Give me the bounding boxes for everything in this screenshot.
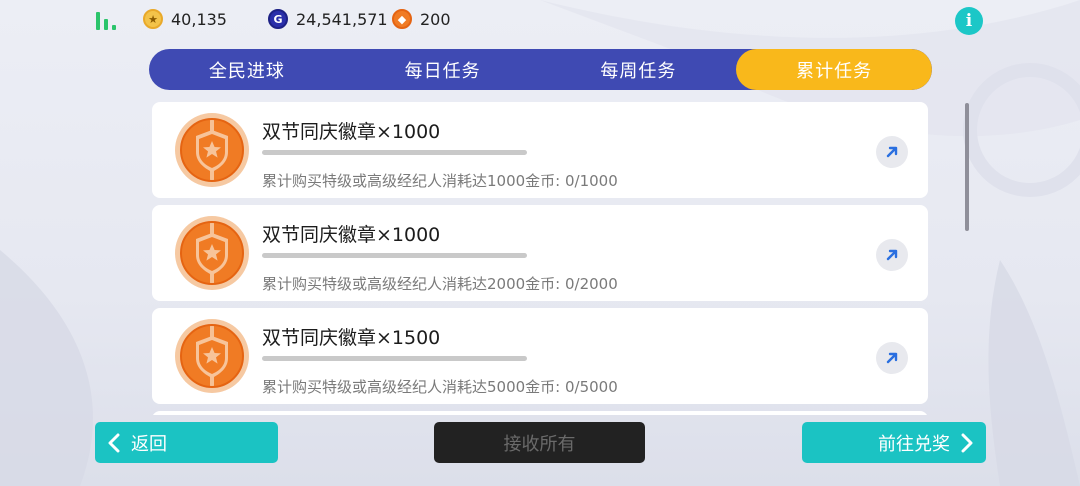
badge-icon (175, 216, 249, 290)
chevron-left-icon (108, 433, 120, 452)
arrow-up-right-icon (886, 249, 898, 261)
task-card: 双节同庆徽章×1000 累计购买特级或高级经纪人消耗达1000金币: 0/100… (152, 102, 928, 198)
medal-balance: ◆ 200 (392, 8, 451, 30)
medal-icon: ◆ (392, 9, 412, 29)
gp-amount: 24,541,571 (296, 9, 388, 29)
claim-all-label: 接收所有 (503, 433, 576, 455)
task-title: 双节同庆徽章×1500 (262, 327, 441, 349)
task-card-partial (152, 411, 928, 415)
task-card: 双节同庆徽章×1500 累计购买特级或高级经纪人消耗达5000金币: 0/500… (152, 308, 928, 404)
back-button-label: 返回 (131, 433, 167, 455)
medal-amount: 200 (420, 9, 451, 29)
tab-cumulative[interactable]: 累计任务 (736, 49, 932, 90)
task-progress-bar (262, 150, 527, 155)
gp-balance: G 24,541,571 (268, 8, 388, 30)
arrow-up-right-icon (886, 352, 898, 364)
badge-icon (175, 113, 249, 187)
task-description: 累计购买特级或高级经纪人消耗达5000金币: 0/5000 (262, 378, 618, 396)
task-list-scrollbar[interactable] (965, 103, 969, 231)
go-to-task-button[interactable] (876, 239, 908, 271)
tab-daily[interactable]: 每日任务 (345, 49, 541, 90)
top-bar: ★ 40,135 G 24,541,571 ◆ 200 i (0, 0, 1080, 40)
redeem-button-label: 前往兑奖 (878, 433, 950, 455)
arrow-up-right-icon (886, 146, 898, 158)
task-description: 累计购买特级或高级经纪人消耗达2000金币: 0/2000 (262, 275, 618, 293)
go-to-task-button[interactable] (876, 136, 908, 168)
go-to-task-button[interactable] (876, 342, 908, 374)
claim-all-button[interactable]: 接收所有 (434, 422, 645, 463)
task-progress-bar (262, 356, 527, 361)
task-title: 双节同庆徽章×1000 (262, 121, 441, 143)
signal-icon (96, 12, 116, 30)
redeem-button[interactable]: 前往兑奖 (802, 422, 986, 463)
task-description: 累计购买特级或高级经纪人消耗达1000金币: 0/1000 (262, 172, 618, 190)
task-progress-bar (262, 253, 527, 258)
badge-icon (175, 319, 249, 393)
task-tabs: 全民进球 每日任务 每周任务 累计任务 (149, 49, 932, 90)
coin-amount: 40,135 (171, 9, 227, 29)
task-title: 双节同庆徽章×1000 (262, 224, 441, 246)
back-button[interactable]: 返回 (95, 422, 278, 463)
tab-weekly[interactable]: 每周任务 (541, 49, 737, 90)
info-icon[interactable]: i (955, 7, 983, 35)
chevron-right-icon (961, 433, 973, 452)
task-list[interactable]: 双节同庆徽章×1000 累计购买特级或高级经纪人消耗达1000金币: 0/100… (152, 102, 928, 415)
coin-balance: ★ 40,135 (143, 8, 227, 30)
gp-icon: G (268, 9, 288, 29)
coin-icon: ★ (143, 9, 163, 29)
tab-all-goals[interactable]: 全民进球 (149, 49, 345, 90)
task-card: 双节同庆徽章×1000 累计购买特级或高级经纪人消耗达2000金币: 0/200… (152, 205, 928, 301)
